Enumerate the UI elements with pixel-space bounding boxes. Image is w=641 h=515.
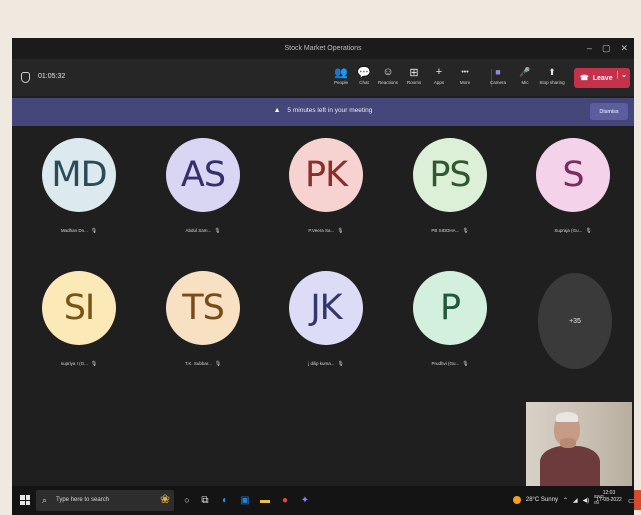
mic-icon: 🎤 bbox=[519, 66, 531, 77]
avatar: MD bbox=[42, 138, 116, 212]
stop-sharing-button[interactable]: ⬆ Stop sharing bbox=[539, 64, 565, 92]
avatar: P bbox=[413, 271, 487, 345]
title-bar: Stock Market Operations – ▢ ✕ bbox=[12, 38, 634, 59]
participant-name: supriya I (G... bbox=[60, 361, 88, 366]
more-participants-button[interactable]: +35 bbox=[538, 273, 612, 369]
volume-icon[interactable]: ◀) bbox=[583, 497, 590, 504]
dismiss-button[interactable]: Dismiss bbox=[590, 103, 628, 120]
more-icon: ••• bbox=[461, 68, 469, 76]
shield-icon bbox=[21, 72, 30, 83]
participant-tile[interactable]: MD Madhan Dn... 🎙 bbox=[35, 138, 125, 248]
apps-button[interactable]: + Apps bbox=[426, 64, 452, 92]
taskbar-search[interactable]: ⌕ Type here to search ❀ bbox=[36, 490, 174, 511]
mic-muted-icon: 🎙 bbox=[90, 361, 98, 367]
store-icon[interactable]: ▣ bbox=[238, 492, 252, 508]
avatar: JK bbox=[289, 271, 363, 345]
reactions-button[interactable]: ☺ Reactions bbox=[375, 64, 401, 92]
rooms-button[interactable]: ⊞ Rooms bbox=[401, 64, 427, 92]
avatar: AS bbox=[166, 138, 240, 212]
reactions-icon: ☺ bbox=[382, 66, 394, 78]
participant-tile[interactable]: S Supraja (Gu... 🎙 bbox=[529, 138, 619, 248]
clock-time: 12:03 bbox=[602, 490, 616, 496]
participant-tile[interactable]: P Prudhvi (Gu... 🎙 bbox=[406, 271, 496, 381]
participant-tile[interactable]: TS T.K. Subbar... 🎙 bbox=[159, 271, 249, 381]
warning-icon: ▲ bbox=[273, 107, 281, 114]
participant-tile[interactable]: SI supriya I (G... 🎙 bbox=[35, 271, 125, 381]
minimize-button[interactable]: – bbox=[587, 43, 592, 54]
camera-icon: ■ bbox=[495, 67, 501, 77]
participant-name: PB SIDDHA... bbox=[431, 228, 460, 233]
mic-muted-icon: 🎙 bbox=[214, 361, 222, 367]
apps-icon: + bbox=[435, 66, 443, 78]
window-controls: – ▢ ✕ bbox=[587, 43, 628, 54]
mic-muted-icon: 🎙 bbox=[337, 361, 344, 367]
participant-name: Abdul Sam... bbox=[185, 228, 212, 233]
mic-muted-icon: 🎙 bbox=[337, 228, 344, 234]
windows-start-icon[interactable] bbox=[20, 495, 30, 505]
participant-tile[interactable]: PK P.Veera Sa... 🎙 bbox=[282, 138, 372, 248]
teams-meeting-window: Stock Market Operations – ▢ ✕ 01:05:32 👥… bbox=[12, 38, 634, 515]
mic-muted-icon: 🎙 bbox=[462, 361, 469, 367]
chevron-up-icon[interactable]: ⌃ bbox=[563, 497, 568, 504]
rooms-icon: ⊞ bbox=[409, 66, 419, 79]
participant-name: Madhan Dn... bbox=[60, 228, 88, 233]
edge-icon[interactable]: ◐ bbox=[218, 492, 232, 508]
chrome-icon[interactable]: ● bbox=[278, 492, 292, 508]
weather-text[interactable]: 28°C Sunny bbox=[526, 497, 558, 503]
windows-taskbar: ⌕ Type here to search ❀ ○ ⧉ ◐ ▣ ▬ ● ✦ 28… bbox=[12, 486, 634, 515]
search-doodle-icon: ❀ bbox=[159, 492, 170, 506]
share-icon: ⬆ bbox=[548, 66, 556, 77]
search-placeholder: Type here to search bbox=[56, 497, 110, 503]
window-title: Stock Market Operations bbox=[284, 45, 362, 52]
chat-icon: 💬 bbox=[357, 66, 371, 79]
network-icon[interactable]: ◢ bbox=[573, 497, 578, 504]
system-tray: 28°C Sunny ⌃ ◢ ◀) ENG IN bbox=[512, 492, 604, 508]
meeting-toolbar: 01:05:32 👥 People 💬 Chat ☺ Reactions ⊞ R… bbox=[12, 59, 634, 96]
participant-tile[interactable]: JK j dilip kuma... 🎙 bbox=[282, 271, 372, 381]
mic-button[interactable]: 🎤 Mic bbox=[512, 64, 538, 92]
leave-button[interactable]: ☎ Leave ⌄ bbox=[574, 68, 630, 88]
mic-muted-icon: 🎙 bbox=[214, 228, 221, 234]
weather-sun-icon bbox=[512, 496, 521, 504]
mic-muted-icon: 🎙 bbox=[462, 228, 469, 234]
camera-button[interactable]: ■ Camera bbox=[485, 64, 511, 92]
maximize-button[interactable]: ▢ bbox=[602, 43, 611, 54]
search-icon: ⌕ bbox=[42, 495, 48, 505]
cortana-icon[interactable]: ○ bbox=[180, 492, 194, 508]
participant-name: Prudhvi (Gu... bbox=[431, 361, 460, 366]
teams-icon[interactable]: ✦ bbox=[298, 492, 312, 508]
clock-date: 17-08-2022 bbox=[596, 497, 622, 503]
task-view-icon[interactable]: ⧉ bbox=[198, 492, 212, 508]
self-view-video[interactable] bbox=[526, 402, 632, 486]
participant-name: P.Veera Sa... bbox=[308, 228, 335, 233]
meeting-timer: 01:05:32 bbox=[38, 73, 66, 80]
chevron-down-icon[interactable]: ⌄ bbox=[617, 71, 627, 79]
avatar: PS bbox=[413, 138, 487, 212]
avatar: SI bbox=[42, 271, 116, 345]
chat-button[interactable]: 💬 Chat bbox=[351, 64, 377, 92]
participant-name: T.K. Subbar... bbox=[184, 361, 212, 366]
phone-icon: ☎ bbox=[580, 75, 589, 82]
more-button[interactable]: ••• More bbox=[452, 64, 478, 92]
page-bookmark-tab bbox=[634, 490, 641, 510]
participant-name: Supraja (Gu... bbox=[554, 228, 583, 233]
participant-name: j dilip kuma... bbox=[308, 361, 335, 366]
avatar: TS bbox=[166, 271, 240, 345]
time-remaining-banner: ▲ 5 minutes left in your meeting Dismiss bbox=[12, 98, 634, 126]
participant-tile[interactable]: PS PB SIDDHA... 🎙 bbox=[406, 138, 496, 248]
taskbar-clock[interactable]: 12:03 17-08-2022 bbox=[592, 490, 626, 504]
mic-muted-icon: 🎙 bbox=[585, 228, 592, 234]
participant-tile[interactable]: AS Abdul Sam... 🎙 bbox=[159, 138, 249, 248]
avatar: PK bbox=[289, 138, 363, 212]
mic-muted-icon: 🎙 bbox=[90, 228, 98, 234]
people-icon: 👥 bbox=[334, 66, 348, 79]
file-explorer-icon[interactable]: ▬ bbox=[258, 492, 272, 508]
close-button[interactable]: ✕ bbox=[620, 43, 628, 54]
banner-message: 5 minutes left in your meeting bbox=[287, 107, 373, 114]
avatar: S bbox=[536, 138, 610, 212]
